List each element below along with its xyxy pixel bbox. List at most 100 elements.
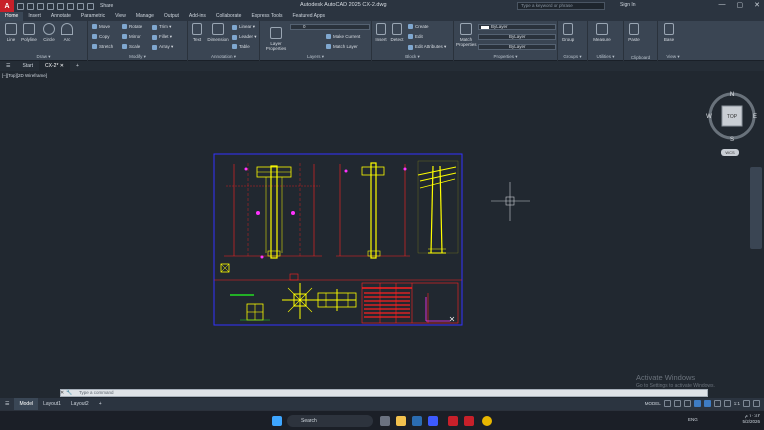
add-layout-button[interactable]: + — [94, 398, 107, 410]
drawing-canvas[interactable] — [0, 71, 764, 387]
save-as-icon[interactable] — [47, 2, 54, 10]
arc-tool[interactable]: Arc — [58, 23, 76, 42]
viewcube[interactable]: TOP N S E W — [705, 89, 759, 143]
dimension-tool[interactable]: Dimension — [205, 23, 231, 42]
copy-button[interactable]: Copy — [92, 34, 110, 39]
block-panel-title[interactable]: Block ▾ — [372, 54, 453, 60]
annotation-visibility-icon[interactable] — [723, 400, 731, 407]
mail-icon[interactable] — [412, 416, 422, 426]
system-clock[interactable]: ١٠:٤٢ م 5/2/2026 — [742, 413, 760, 425]
polyline-tool[interactable]: Polyline — [19, 23, 39, 42]
help-search-input[interactable]: Type a keyword or phrase — [517, 2, 605, 10]
edit-block-button[interactable]: Edit — [408, 34, 423, 39]
view-panel-title[interactable]: View ▾ — [658, 54, 688, 60]
tab-model[interactable]: Model — [14, 398, 39, 410]
workspace-gear-icon[interactable] — [743, 400, 750, 407]
snap-icon[interactable] — [673, 400, 681, 407]
tab-close-icon[interactable]: ✕ — [60, 63, 64, 69]
draw-panel-title[interactable]: Draw ▾ — [0, 54, 87, 60]
annotation-panel-title[interactable]: Annotation ▾ — [188, 54, 259, 60]
insert-tool[interactable]: Insert — [374, 23, 388, 42]
circle-tool[interactable]: Circle — [40, 23, 58, 42]
save-icon[interactable] — [37, 2, 44, 10]
stretch-button[interactable]: Stretch — [92, 44, 113, 49]
new-tab-button[interactable]: + — [70, 61, 85, 71]
language-indicator[interactable]: ENG — [688, 417, 698, 422]
autocad-taskbar-icon[interactable] — [448, 416, 458, 426]
taskbar-search[interactable]: Search — [287, 415, 373, 427]
compass-north[interactable]: N — [730, 92, 734, 98]
linetype-dropdown[interactable]: ByLayer — [478, 34, 556, 40]
group-tool[interactable]: Group — [560, 23, 576, 42]
create-block-button[interactable]: Create — [408, 24, 429, 29]
file-explorer-icon[interactable] — [396, 416, 406, 426]
move-button[interactable]: Move — [92, 24, 110, 29]
trim-button[interactable]: Trim ▾ — [152, 24, 171, 30]
measure-tool[interactable]: Measure — [590, 23, 614, 42]
file-tabs-menu[interactable]: ☰ — [0, 61, 16, 71]
compass-west[interactable]: W — [706, 114, 712, 120]
ortho-icon[interactable] — [683, 400, 691, 407]
redo-icon[interactable] — [77, 2, 84, 10]
customize-quick-access-icon[interactable] — [87, 2, 94, 10]
maximize-button[interactable]: ▢ — [737, 1, 744, 9]
table-button[interactable]: Table — [232, 44, 250, 49]
sign-in-button[interactable]: Sign In — [620, 2, 636, 8]
model-space-toggle[interactable]: MODEL — [645, 401, 661, 406]
application-menu-button[interactable]: A — [0, 0, 14, 12]
command-line-input[interactable]: Type a command — [60, 389, 708, 397]
print-icon[interactable] — [57, 2, 64, 10]
tab-annotate[interactable]: Annotate — [46, 12, 76, 21]
task-view-icon[interactable] — [380, 416, 390, 426]
base-view-tool[interactable]: Base — [660, 23, 678, 42]
array-button[interactable]: Array ▾ — [152, 44, 173, 50]
layers-panel-title[interactable]: Layers ▾ — [260, 54, 371, 60]
lineweight-dropdown[interactable]: ByLayer — [478, 44, 556, 50]
layer-dropdown[interactable]: 0 — [290, 24, 370, 30]
tab-view[interactable]: View — [110, 12, 131, 21]
tab-collaborate[interactable]: Collaborate — [211, 12, 247, 21]
color-dropdown[interactable]: ByLayer — [478, 24, 556, 30]
scale-button[interactable]: Scale — [122, 44, 140, 49]
match-layer-button[interactable]: Match Layer — [326, 44, 358, 49]
minimize-button[interactable]: — — [719, 1, 726, 9]
lineweight-icon[interactable] — [713, 400, 721, 407]
match-properties-tool[interactable]: Match Properties — [456, 23, 477, 47]
linear-button[interactable]: Linear ▾ — [232, 24, 255, 30]
compass-south[interactable]: S — [730, 137, 734, 143]
annotation-scale[interactable]: 1:1 — [734, 401, 740, 406]
modify-panel-title[interactable]: Modify ▾ — [88, 54, 187, 60]
tab-parametric[interactable]: Parametric — [76, 12, 110, 21]
undo-icon[interactable] — [67, 2, 74, 10]
compass-east[interactable]: E — [753, 114, 757, 120]
drawing-viewport[interactable]: [–][Top][2D Wireframe] TOP N S E W WCS A… — [0, 71, 764, 389]
tab-home[interactable]: Home — [0, 12, 24, 21]
fillet-button[interactable]: Fillet ▾ — [152, 34, 172, 40]
tab-layout1[interactable]: Layout1 — [38, 398, 66, 410]
share-button[interactable]: Share — [100, 3, 113, 9]
close-button[interactable]: ✕ — [754, 1, 760, 9]
paste-tool[interactable]: Paste — [626, 23, 642, 42]
utilities-panel-title[interactable]: Utilities ▾ — [588, 54, 623, 60]
new-icon[interactable] — [17, 2, 24, 10]
groups-panel-title[interactable]: Groups ▾ — [558, 54, 587, 60]
open-icon[interactable] — [27, 2, 34, 10]
grid-icon[interactable] — [663, 400, 671, 407]
store-icon[interactable] — [428, 416, 438, 426]
tab-featured-apps[interactable]: Featured Apps — [288, 12, 331, 21]
rotate-button[interactable]: Rotate — [122, 24, 142, 29]
mirror-button[interactable]: Mirror — [122, 34, 141, 39]
text-tool[interactable]: Text — [190, 23, 204, 42]
tab-cx-2[interactable]: CX-2* ✕ — [39, 61, 70, 71]
autocad-2-taskbar-icon[interactable] — [464, 416, 474, 426]
layer-properties-tool[interactable]: Layer Properties — [264, 23, 288, 51]
customization-icon[interactable] — [753, 400, 760, 407]
wcs-menu[interactable]: WCS — [721, 149, 739, 156]
properties-panel-title[interactable]: Properties ▾ — [454, 54, 557, 60]
tab-add-ins[interactable]: Add-ins — [184, 12, 211, 21]
tab-layout2[interactable]: Layout2 — [66, 398, 94, 410]
edit-attributes-button[interactable]: Edit Attributes ▾ — [408, 44, 446, 50]
tab-output[interactable]: Output — [159, 12, 184, 21]
tab-start[interactable]: Start — [16, 61, 39, 71]
navigation-bar[interactable] — [750, 167, 762, 249]
